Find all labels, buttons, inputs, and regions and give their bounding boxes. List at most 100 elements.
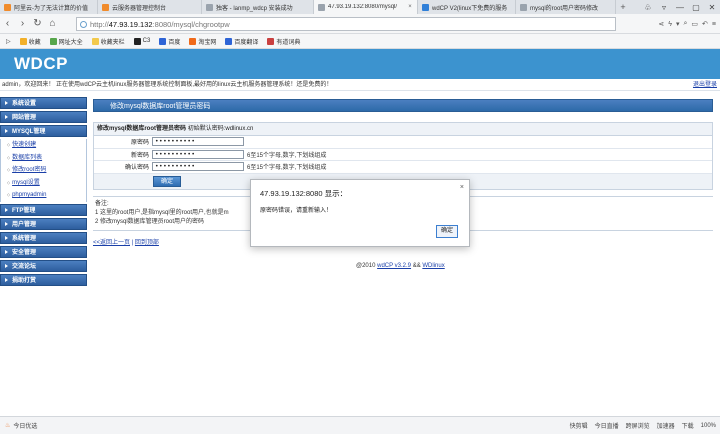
alert-dialog: 47.93.19.132:8080 显示： × 原密码错误，请重新输入！ 确定 xyxy=(250,179,470,247)
sidebar-item[interactable]: phpmyadmin xyxy=(1,189,86,202)
reading-icon[interactable]: ▭ xyxy=(691,20,698,28)
lightning-icon[interactable]: ϟ xyxy=(668,21,672,28)
status-item-screen[interactable]: 跨屏浏览 xyxy=(626,421,650,430)
history-icon[interactable]: ↶ xyxy=(702,20,708,28)
new-tab-button[interactable]: + xyxy=(616,0,630,14)
logout-link[interactable]: 退出登录 xyxy=(693,79,717,91)
reload-icon[interactable]: ↻ xyxy=(30,16,45,31)
browser-tab[interactable]: 云服务器管理控制台 xyxy=(98,0,202,14)
sidebar-group[interactable]: MYSQL管理 xyxy=(0,125,87,137)
sidebar-group[interactable]: 系统管理 xyxy=(0,231,87,244)
home-icon[interactable]: ⌂ xyxy=(45,16,60,31)
browser-tab[interactable]: 47.93.19.132:8080/mysql/ × xyxy=(314,0,418,14)
minimize-icon[interactable]: — xyxy=(672,3,688,12)
sidebar-group[interactable]: 系统设置 xyxy=(0,97,87,109)
bookmark-item[interactable]: 收藏夹栏 xyxy=(91,37,125,46)
status-item-download[interactable]: 下载 xyxy=(682,421,694,430)
top-link[interactable]: 回到顶部 xyxy=(135,240,159,246)
triangle-right-icon xyxy=(5,236,8,241)
bookmark-favicon-icon xyxy=(133,37,141,45)
maximize-icon[interactable]: ▢ xyxy=(688,3,704,12)
dropdown-icon[interactable]: ▾ xyxy=(676,20,680,28)
status-item-speed[interactable]: 加速器 xyxy=(657,421,675,430)
bookmark-item[interactable]: 百度 xyxy=(159,37,180,46)
bookmark-label: 收藏 xyxy=(28,39,41,46)
sidebar: 系统设置网站管理 MYSQL管理快速创建数据库列表修改root密码mysql设置p… xyxy=(0,97,87,288)
triangle-right-icon xyxy=(5,129,8,134)
bookmark-label: 收藏夹栏 xyxy=(100,39,125,46)
share-icon[interactable]: ⋖ xyxy=(658,20,664,28)
bookmark-item[interactable]: 有道词典 xyxy=(267,37,300,46)
skin-icon[interactable]: ♧ xyxy=(640,3,656,12)
bookmark-label: 百度翻译 xyxy=(234,39,259,46)
sidebar-toggle-icon[interactable]: ▷ xyxy=(6,38,11,45)
back-link[interactable]: <<返回上一页 xyxy=(93,240,130,246)
sidebar-item[interactable]: 快速创建 xyxy=(1,139,86,152)
browser-tab[interactable]: 阿里云-为了无法计算的价值 xyxy=(0,0,98,14)
form-heading-note: 初始默认密码:wdlinux.cn xyxy=(187,126,254,132)
triangle-right-icon xyxy=(5,222,8,227)
sidebar-group-label: 安全管理 xyxy=(12,249,37,256)
bookmark-item[interactable]: 网址大全 xyxy=(49,37,83,46)
dialog-title: 47.93.19.132:8080 显示： xyxy=(260,189,348,198)
tab-close-icon[interactable]: × xyxy=(407,4,413,10)
menu-icon[interactable]: ≡ xyxy=(712,21,716,28)
bookmark-favicon-icon xyxy=(225,37,233,45)
sidebar-group[interactable]: 用户管理 xyxy=(0,217,87,230)
address-bar[interactable]: http:// 47.93.19.132 :8080/mysql/chgroot… xyxy=(76,17,616,31)
sidebar-group[interactable]: 网站管理 xyxy=(0,111,87,123)
bookmark-label: 百度 xyxy=(168,39,181,46)
dialog-ok-button[interactable]: 确定 xyxy=(436,225,458,238)
sidebar-item[interactable]: mysql设置 xyxy=(1,177,86,190)
sidebar-item[interactable]: 修改root密码 xyxy=(1,164,86,177)
bookmark-item[interactable]: 淘宝网 xyxy=(189,37,216,46)
tab-favicon-icon xyxy=(206,3,213,11)
status-item-tv[interactable]: 今日直播 xyxy=(595,421,619,430)
sidebar-item[interactable]: 数据库列表 xyxy=(1,152,86,165)
browser-nav-bar: ‹ › ↻ ⌂ http:// 47.93.19.132 :8080/mysql… xyxy=(0,14,720,34)
bookmark-item[interactable]: 收藏 xyxy=(19,37,41,46)
tab-favicon-icon xyxy=(422,3,429,11)
sidebar-group[interactable]: 捐助打赏 xyxy=(0,273,87,286)
search-icon[interactable]: ⌕ xyxy=(683,20,687,28)
sidebar-group-label: 系统设置 xyxy=(12,101,37,107)
sidebar-group-label: FTP管理 xyxy=(12,207,36,214)
footer-company-link[interactable]: WDlinux xyxy=(422,263,444,269)
back-icon[interactable]: ‹ xyxy=(0,16,15,31)
pin-icon[interactable]: ▿ xyxy=(656,3,672,12)
sidebar-group-label: 捐助打赏 xyxy=(12,277,37,284)
status-daily-picks[interactable]: 今日优选 xyxy=(13,421,37,430)
confirm-password-input[interactable]: •••••••••• xyxy=(152,162,244,172)
confirm-password-label: 确认密码 xyxy=(124,165,149,172)
triangle-right-icon xyxy=(5,278,8,283)
dialog-message: 原密码错误，请重新输入！ xyxy=(260,208,333,214)
field-row-confirm: 确认密码 •••••••••• 6至15个字母,数字,下划线组成 xyxy=(94,161,712,174)
footer-product-link[interactable]: wdCP v3.2.9 xyxy=(377,263,411,269)
status-item-scissors[interactable]: 快剪辑 xyxy=(570,421,588,430)
status-item-zoom[interactable]: 100% xyxy=(701,423,716,429)
sidebar-group-label: 交流论坛 xyxy=(12,263,37,270)
site-banner: WDCP xyxy=(0,49,720,79)
close-icon[interactable]: × xyxy=(460,184,464,191)
form-heading: 修改mysql数据库root管理员密码 初始默认密码:wdlinux.cn xyxy=(94,123,712,136)
browser-tab[interactable]: mysql的root用户密码修改 xyxy=(516,0,616,14)
sidebar-group[interactable]: FTP管理 xyxy=(0,203,87,216)
bookmark-item[interactable]: 百度翻译 xyxy=(225,37,258,46)
new-password-input[interactable]: •••••••••• xyxy=(152,149,244,159)
sidebar-group[interactable]: 交流论坛 xyxy=(0,259,87,272)
browser-tab[interactable]: wdCP V2(linux下免费的服务 xyxy=(418,0,516,14)
welcome-bar: admin，欢迎回来！ 正在使用wdCP云主机linux服务器管理系统控制面板,… xyxy=(0,79,720,91)
old-password-input[interactable]: •••••••••• xyxy=(152,137,244,147)
browser-tab[interactable]: 独客 - lanmp_wdcp 安装成功 xyxy=(202,0,314,14)
tab-title: 独客 - lanmp_wdcp 安装成功 xyxy=(216,5,293,12)
window-close-icon[interactable]: ✕ xyxy=(704,3,720,12)
submit-button[interactable]: 确定 xyxy=(153,175,182,187)
forward-icon[interactable]: › xyxy=(15,16,30,31)
sidebar-group-label: 用户管理 xyxy=(12,221,37,228)
sidebar-group[interactable]: 安全管理 xyxy=(0,245,87,258)
site-info-icon[interactable] xyxy=(80,20,87,28)
page-title: 修改mysql数据库root管理员密码 xyxy=(93,99,713,112)
bookmark-label: 有道词典 xyxy=(276,39,301,46)
tab-title: 阿里云-为了无法计算的价值 xyxy=(14,5,88,12)
bookmark-item[interactable]: C3 xyxy=(133,37,150,45)
